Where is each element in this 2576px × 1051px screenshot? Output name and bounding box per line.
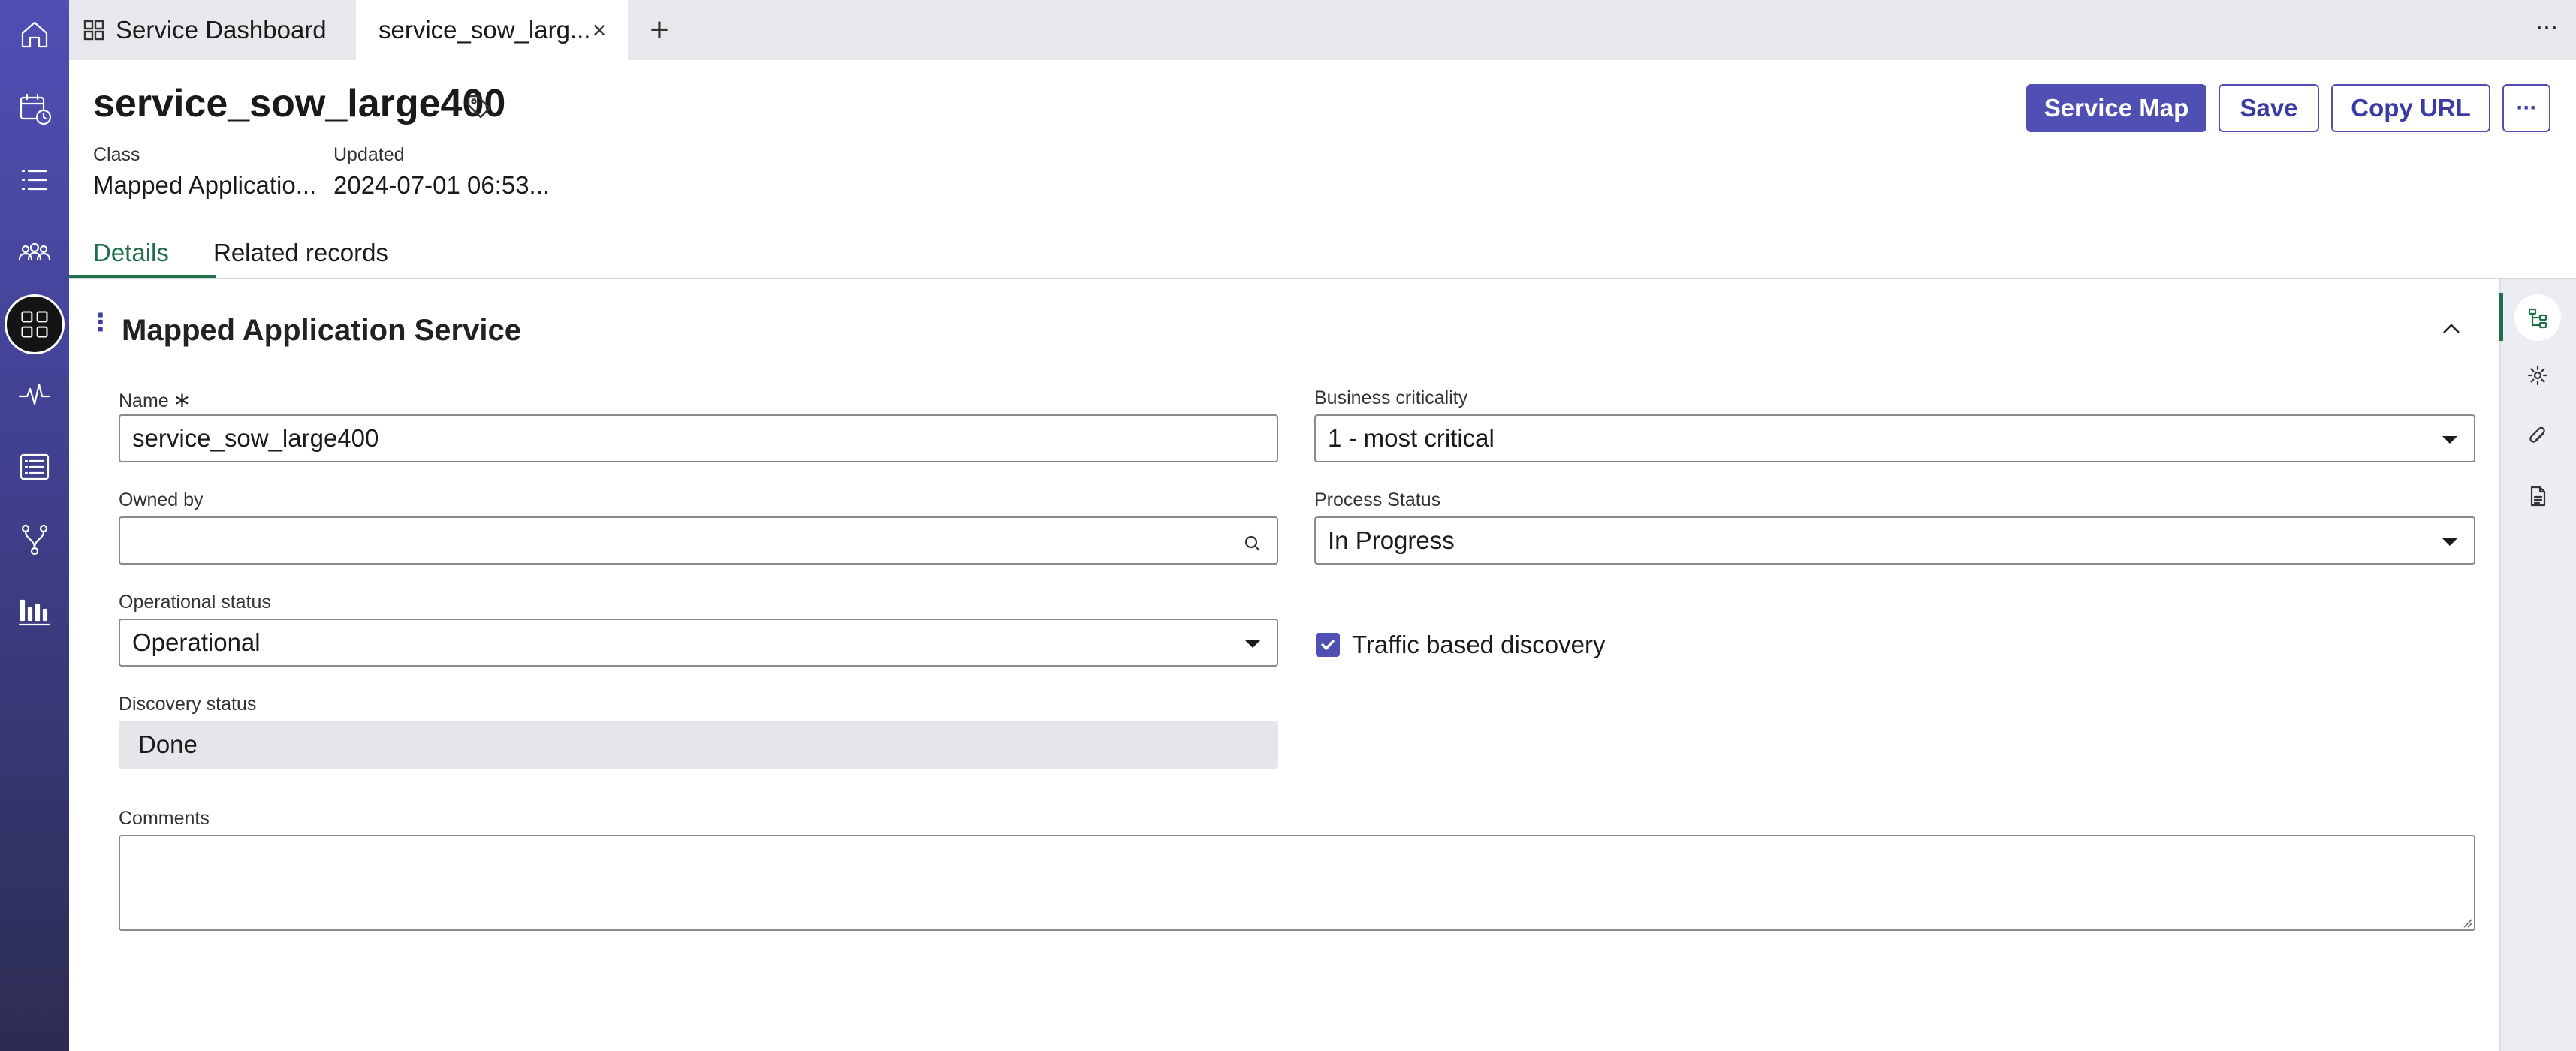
- business-criticality-value: 1 - most critical: [1328, 424, 1495, 452]
- tab-label: service_sow_larg...: [379, 16, 591, 44]
- calendar-clock-icon[interactable]: [11, 84, 59, 132]
- drag-handle-icon[interactable]: ⋮: [89, 310, 113, 344]
- comments-label: Comments: [119, 808, 210, 829]
- process-status-value: In Progress: [1328, 526, 1455, 554]
- dropdown-caret-icon: [2442, 538, 2457, 546]
- close-tab-icon[interactable]: ×: [587, 18, 611, 42]
- updated-value: 2024-07-01 06:53...: [333, 171, 550, 199]
- discovery-status-value: Done: [138, 730, 198, 758]
- grid-icon: [83, 20, 104, 41]
- tab-strip: Service Dashboard service_sow_larg... × …: [69, 0, 2576, 60]
- page-title: service_sow_large400: [93, 82, 506, 125]
- copy-url-button[interactable]: Copy URL: [2331, 84, 2490, 132]
- bar-chart-icon[interactable]: [11, 587, 59, 635]
- save-button[interactable]: Save: [2219, 84, 2319, 132]
- people-group-icon[interactable]: [11, 228, 59, 276]
- traffic-discovery-checkbox[interactable]: [1316, 633, 1340, 657]
- chevron-up-icon[interactable]: [2438, 315, 2465, 342]
- left-nav-rail: [0, 0, 69, 1051]
- owned-by-field[interactable]: [119, 516, 1278, 565]
- tab-details[interactable]: Details: [93, 239, 169, 267]
- name-field[interactable]: service_sow_large400: [119, 414, 1278, 462]
- hierarchy-icon[interactable]: [2514, 294, 2561, 341]
- name-label: Name ∗: [119, 388, 192, 411]
- owned-by-label: Owned by: [119, 489, 204, 510]
- document-icon[interactable]: [2520, 479, 2555, 513]
- service-map-button[interactable]: Service Map: [2026, 84, 2206, 132]
- more-actions-button[interactable]: ···: [2502, 84, 2550, 132]
- tab-service-record[interactable]: service_sow_larg... ×: [356, 0, 628, 60]
- required-indicator: ∗: [173, 388, 192, 411]
- tab-label: Service Dashboard: [116, 16, 327, 44]
- comments-textarea[interactable]: [119, 835, 2475, 931]
- checkmark-icon: [1321, 640, 1335, 650]
- home-icon[interactable]: [11, 11, 59, 59]
- add-tab-icon[interactable]: +: [643, 14, 676, 47]
- process-status-select[interactable]: In Progress: [1314, 516, 2475, 565]
- business-criticality-select[interactable]: 1 - most critical: [1314, 414, 2475, 462]
- dropdown-caret-icon: [2442, 436, 2457, 444]
- form-list-icon[interactable]: [11, 443, 59, 491]
- tag-icon[interactable]: [466, 93, 493, 120]
- class-label: Class: [93, 144, 140, 165]
- paperclip-icon[interactable]: [2520, 419, 2555, 453]
- dropdown-caret-icon: [1245, 640, 1260, 648]
- branch-icon[interactable]: [11, 515, 59, 563]
- more-options-icon[interactable]: ···: [2531, 13, 2561, 44]
- operational-status-value: Operational: [132, 628, 261, 656]
- apps-grid-icon[interactable]: [5, 294, 65, 354]
- list-icon[interactable]: [11, 156, 59, 204]
- tab-service-dashboard[interactable]: Service Dashboard: [83, 0, 368, 60]
- search-icon[interactable]: [1242, 532, 1263, 553]
- updated-label: Updated: [333, 144, 405, 165]
- discovery-status-field: Done: [119, 721, 1278, 769]
- operational-status-select[interactable]: Operational: [119, 619, 1278, 667]
- resize-handle-icon[interactable]: [2460, 916, 2472, 928]
- tab-divider: [69, 278, 2576, 279]
- operational-status-label: Operational status: [119, 592, 271, 613]
- discovery-status-label: Discovery status: [119, 694, 257, 715]
- process-status-label: Process Status: [1314, 489, 1441, 510]
- settings-gear-icon[interactable]: [2520, 358, 2555, 393]
- name-field-value: service_sow_large400: [132, 424, 379, 452]
- section-title: Mapped Application Service: [122, 314, 521, 347]
- tab-related-records[interactable]: Related records: [213, 239, 388, 267]
- class-value: Mapped Applicatio...: [93, 171, 317, 199]
- business-criticality-label: Business criticality: [1314, 387, 1468, 408]
- traffic-discovery-label[interactable]: Traffic based discovery: [1352, 631, 1605, 659]
- right-utility-rail: [2499, 279, 2576, 1051]
- pulse-icon[interactable]: [11, 371, 59, 419]
- utility-active-indicator: [2499, 293, 2503, 341]
